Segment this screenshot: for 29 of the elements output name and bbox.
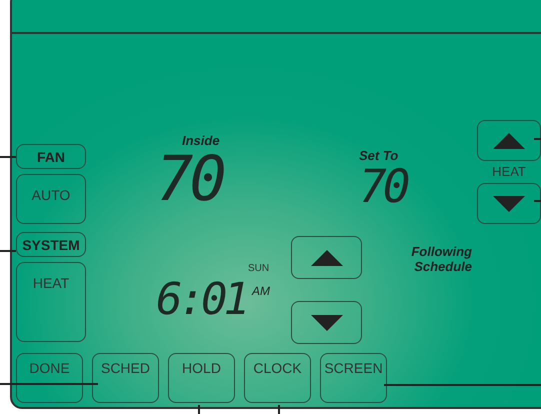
soft-button[interactable]: HOLD — [168, 353, 235, 403]
system-mode: HEAT — [16, 262, 86, 342]
schedule-status: Following Schedule — [410, 244, 472, 274]
down-arrow-icon — [310, 314, 342, 330]
set-to-label: Set To — [359, 148, 398, 163]
time-up-button[interactable] — [291, 236, 362, 279]
inside-temperature: 70 — [156, 148, 223, 210]
time-down-button[interactable] — [291, 301, 362, 344]
clock-time: 6:01 — [156, 278, 246, 322]
leader-line — [0, 250, 16, 252]
soft-button[interactable]: CLOCK — [244, 353, 311, 403]
leader-line — [198, 405, 200, 414]
leader-line — [278, 405, 280, 414]
soft-button[interactable]: SCHED — [92, 353, 159, 403]
inside-label: Inside — [182, 133, 220, 148]
temperature-up-button[interactable] — [477, 120, 541, 161]
up-arrow-icon — [310, 250, 342, 266]
down-arrow-icon — [493, 196, 525, 212]
heat-label: HEAT — [492, 164, 526, 179]
fan-button[interactable]: FAN — [16, 144, 86, 169]
system-button[interactable]: SYSTEM — [16, 232, 86, 257]
up-arrow-icon — [493, 132, 525, 148]
temperature-down-button[interactable] — [477, 183, 541, 224]
fan-mode: AUTO — [16, 174, 86, 224]
day-label: SUN — [248, 263, 270, 274]
soft-button[interactable]: SCREEN — [320, 353, 387, 403]
leader-line — [0, 156, 16, 158]
meridiem-label: AM — [252, 284, 270, 298]
set-temperature: 70 — [359, 163, 406, 209]
